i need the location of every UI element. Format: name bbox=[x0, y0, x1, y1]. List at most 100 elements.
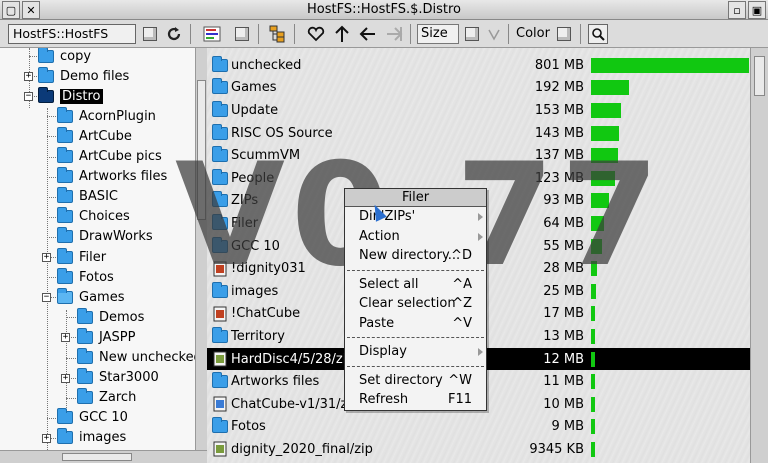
file-size: 9 MB bbox=[551, 419, 584, 435]
menu-item[interactable]: Action bbox=[345, 227, 486, 247]
tree-item-label: Distro bbox=[60, 88, 103, 104]
tree-item[interactable]: ArtCube bbox=[57, 126, 132, 146]
tree-item[interactable]: images bbox=[57, 428, 126, 448]
size-bar bbox=[591, 193, 609, 209]
tree-item[interactable]: AcornPlugin bbox=[57, 106, 156, 126]
folder-icon bbox=[38, 86, 54, 103]
menu-separator bbox=[347, 365, 484, 367]
tree-item-label: Star3000 bbox=[99, 370, 159, 386]
folder-icon bbox=[57, 408, 73, 425]
file-name: dignity_2020_final/zip bbox=[231, 441, 373, 457]
tree-expander-icon[interactable]: + bbox=[61, 333, 70, 343]
color-menu-icon[interactable] bbox=[554, 24, 574, 44]
tree-item[interactable]: copy bbox=[38, 48, 91, 66]
tree-item[interactable]: Star3000 bbox=[77, 368, 159, 388]
menu-item[interactable]: Paste ^V bbox=[345, 314, 486, 334]
tree-item-label: copy bbox=[60, 48, 92, 64]
file-row[interactable]: dignity_2020_final/zip 9345 KB bbox=[207, 438, 750, 461]
tree-item[interactable]: BASIC bbox=[57, 187, 118, 207]
zip-file-icon bbox=[212, 441, 228, 457]
folder-icon bbox=[38, 48, 54, 63]
tree-item[interactable]: Artworks files bbox=[57, 167, 167, 187]
tree-item[interactable]: Choices bbox=[57, 207, 130, 227]
path-field[interactable]: HostFS::HostFS bbox=[8, 24, 136, 44]
search-icon[interactable] bbox=[588, 24, 608, 44]
menu-item[interactable]: New directory... ^D bbox=[345, 246, 486, 266]
tree-expander-icon[interactable]: + bbox=[42, 253, 51, 262]
file-size: 93 MB bbox=[543, 193, 584, 209]
up-icon[interactable] bbox=[332, 24, 352, 44]
menu-item[interactable]: Set directory ^W bbox=[345, 371, 486, 391]
folder-icon bbox=[212, 168, 228, 185]
sort-menu-icon[interactable] bbox=[462, 24, 482, 44]
file-row[interactable]: RISC OS Source 143 MB bbox=[207, 122, 750, 145]
size-bar bbox=[591, 125, 619, 141]
tree-item[interactable]: Demo files bbox=[38, 66, 129, 86]
size-bar bbox=[591, 374, 595, 390]
tree-item[interactable]: Zarch bbox=[77, 388, 136, 408]
tree-item[interactable]: GCC 10 bbox=[57, 408, 128, 428]
file-size: 64 MB bbox=[543, 215, 584, 231]
size-bar bbox=[591, 441, 595, 457]
tree-item-label: Games bbox=[79, 289, 125, 305]
tree-item[interactable]: Fotos bbox=[57, 267, 114, 287]
file-list-scrollbar[interactable] bbox=[750, 48, 768, 463]
iconise-icon[interactable]: ▫ bbox=[728, 1, 746, 19]
sort-direction-icon[interactable] bbox=[484, 24, 504, 44]
file-row[interactable]: ScummVM 137 MB bbox=[207, 144, 750, 167]
tree-item[interactable]: Demos bbox=[77, 307, 144, 327]
filer-context-menu[interactable]: Filer Dir.'ZIPs' Action New directory... ^D… bbox=[344, 188, 487, 411]
zip-icon[interactable] bbox=[232, 24, 252, 44]
path-menu-icon[interactable] bbox=[140, 24, 160, 44]
tree-item-label: JASPP bbox=[99, 329, 136, 345]
tree-item[interactable]: DrawWorks bbox=[57, 227, 153, 247]
folder-icon bbox=[77, 327, 93, 344]
file-size: 55 MB bbox=[543, 238, 584, 254]
toggle-size-icon[interactable]: ▣ bbox=[748, 1, 766, 19]
file-name: HardDisc4/5/28/zip bbox=[231, 351, 355, 367]
menu-item[interactable]: Refresh F11 bbox=[345, 390, 486, 410]
directory-tree[interactable]: copy + Demo files − Distro AcornPlugin ArtCube… bbox=[0, 48, 195, 450]
size-bar bbox=[591, 419, 595, 435]
sort-field[interactable]: Size bbox=[417, 24, 459, 44]
file-row[interactable]: People 123 MB bbox=[207, 167, 750, 190]
back-icon[interactable] bbox=[358, 24, 378, 44]
file-size: 17 MB bbox=[543, 306, 584, 322]
forward-icon[interactable] bbox=[384, 24, 404, 44]
tree-expander-icon[interactable]: + bbox=[61, 373, 70, 383]
title-bar[interactable]: ▢ ✕ HostFS::HostFS.$.Distro ▫ ▣ bbox=[0, 0, 768, 20]
tree-icon[interactable] bbox=[268, 24, 288, 44]
menu-item[interactable]: Select all ^A bbox=[345, 275, 486, 295]
favourite-icon[interactable] bbox=[306, 24, 326, 44]
tree-item[interactable]: JASPP bbox=[77, 327, 135, 347]
file-row[interactable]: Fotos 9 MB bbox=[207, 416, 750, 439]
file-size: 10 MB bbox=[543, 396, 584, 412]
menu-item[interactable]: Display bbox=[345, 342, 486, 362]
menu-item-label: Select all bbox=[359, 276, 419, 292]
folder-icon bbox=[212, 281, 228, 298]
refresh-icon[interactable] bbox=[164, 24, 184, 44]
tree-item[interactable]: Distro bbox=[38, 86, 103, 106]
file-row[interactable]: unchecked 801 MB bbox=[207, 54, 750, 77]
tree-expander-icon[interactable]: + bbox=[24, 72, 33, 82]
tree-expander-icon[interactable]: + bbox=[42, 433, 51, 443]
folder-icon bbox=[57, 287, 73, 304]
tree-vertical-scrollbar[interactable] bbox=[195, 48, 207, 450]
tree-expander-icon[interactable]: − bbox=[24, 92, 33, 102]
file-row[interactable]: Games 192 MB bbox=[207, 77, 750, 100]
file-name: ScummVM bbox=[231, 148, 301, 164]
menu-item[interactable]: Clear selection ^Z bbox=[345, 294, 486, 314]
tree-expander-icon[interactable]: − bbox=[42, 293, 51, 303]
tree-item[interactable]: New unchecked bbox=[77, 348, 195, 368]
file-row[interactable]: Update 153 MB bbox=[207, 99, 750, 122]
tree-item[interactable]: Filer bbox=[57, 247, 106, 267]
folder-icon bbox=[212, 417, 228, 434]
tree-horizontal-scrollbar[interactable] bbox=[0, 450, 207, 463]
tree-item[interactable]: ArtCube pics bbox=[57, 147, 162, 167]
menu-item[interactable]: Dir.'ZIPs' bbox=[345, 207, 486, 227]
file-name: Update bbox=[231, 102, 279, 118]
tree-item-label: Filer bbox=[79, 249, 107, 265]
list-view-icon[interactable] bbox=[202, 24, 222, 44]
menu-separator bbox=[347, 269, 484, 271]
tree-item[interactable]: Games bbox=[57, 287, 124, 307]
